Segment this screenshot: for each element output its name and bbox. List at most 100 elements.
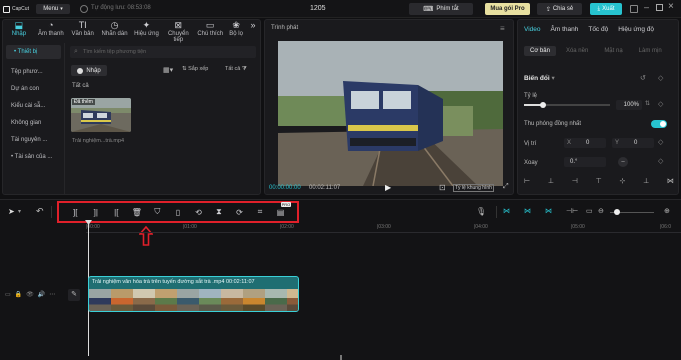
tab-sticker[interactable]: ◷ Nhãn dán [99,20,131,42]
expand-icon[interactable]: ⤢ [503,183,509,191]
mirror-icon[interactable]: ⧗ [213,206,225,218]
align-more-icon[interactable]: ⋈ [667,177,674,187]
reverse-icon[interactable]: ⟲ [192,206,204,218]
split-left-icon[interactable]: ]| [90,206,102,218]
aspect-ratio-button[interactable]: Tỷ lệ khung hình [453,184,494,192]
align-left-icon[interactable]: ⊢ [524,177,530,187]
tab-audio[interactable]: ◔ Âm thanh [35,20,67,42]
zoom-in-icon[interactable]: ⊕ [664,207,670,215]
rotate-icon[interactable]: ⟳ [234,206,246,218]
rotate-input[interactable]: 0.° [564,157,606,167]
scroll-indicator[interactable] [340,355,342,360]
sidebar-item-subproject[interactable]: Dự án con [3,82,64,96]
scale-keyframe-icon[interactable]: ◇ [658,100,663,108]
cover-icon[interactable]: ▭ [5,291,11,298]
more-options-icon[interactable]: ⋯ [49,291,55,298]
import-button[interactable]: Nhập [71,65,107,76]
caption-track-icon[interactable]: ▭ [586,207,593,215]
split-right-icon[interactable]: |[ [110,206,122,218]
timeline-ruler[interactable]: |00:00 |01:00 |02:00 |03:00 |04:00 |05:0… [86,223,681,233]
cursor-dropdown-icon[interactable]: ▾ [18,208,21,215]
edit-cover-icon[interactable]: ✎ [68,289,80,301]
subtab-basic[interactable]: Cơ bản [524,46,556,56]
undo-icon[interactable]: ↶ [36,206,44,217]
align-right-icon[interactable]: ⊣ [572,177,578,187]
fullscreen-focus-icon[interactable]: ⊡ [439,183,446,192]
buy-pro-button[interactable]: Mua gói Pro [485,3,530,15]
sidebar-item-media-files[interactable]: Tệp phươ... [3,65,64,79]
play-button[interactable]: ▶ [385,183,391,192]
media-clip-thumbnail[interactable]: Đã thêm [71,98,131,132]
tab-caption[interactable]: ▭ Chú thích [194,20,226,42]
export-button[interactable]: ⤓ Xuất [590,3,622,15]
rotate-dial-icon[interactable]: – [618,157,628,167]
subtab-mask[interactable]: Mặt nạ [598,46,628,56]
more-tabs-button[interactable]: » [246,20,260,42]
preview-axis-icon[interactable]: ⋈ [545,207,552,215]
freeze-icon[interactable]: ▯ [172,206,184,218]
tab-video[interactable]: Video [524,26,541,33]
scale-stepper-icon[interactable]: ⇅ [645,100,650,107]
zoom-out-icon[interactable]: ⊖ [598,207,604,215]
align-top-icon[interactable]: ⊤ [596,177,602,187]
keyframe-icon[interactable]: ◇ [658,74,663,82]
layout-icon[interactable] [630,5,638,13]
crop-icon[interactable]: ⌗ [254,206,266,218]
subtab-remove-bg[interactable]: Xóa nền [560,46,594,56]
player-menu-icon[interactable]: ≡ [500,24,505,33]
tab-audio-settings[interactable]: Âm thanh [551,26,579,33]
subtab-smooth[interactable]: Làm mịn [633,46,668,56]
audio-mute-icon[interactable]: 🔊 [38,291,45,298]
filter-dropdown[interactable]: Tất cả ⧩ [225,66,247,73]
shortcuts-button[interactable]: ⌨ Phím tắt [409,3,473,15]
link-clips-icon[interactable]: ⋈ [524,207,531,215]
search-input[interactable]: ⌕ Tìm kiếm tệp phương tiện [70,46,256,58]
tab-speed[interactable]: Tốc độ [588,26,608,33]
visibility-eye-icon[interactable]: 👁 [26,291,34,298]
video-clip[interactable]: Trải nghiệm văn hóa trà trên tuyến đường… [88,276,299,312]
project-title[interactable]: 1205 [310,5,326,12]
delete-icon[interactable]: 🗑 [131,206,143,218]
share-button[interactable]: ⇪ Chia sẻ [537,3,582,15]
align-middle-icon[interactable]: ⊹ [619,177,625,187]
player-viewport[interactable] [278,41,503,186]
scale-value-input[interactable]: 100% [616,100,642,110]
zoom-slider-knob[interactable] [614,209,620,215]
position-y-input[interactable]: Y 0 [612,138,654,148]
align-center-h-icon[interactable]: ⊥ [548,177,554,187]
maximize-icon[interactable] [656,4,663,11]
tab-effects[interactable]: ✦ Hiệu ứng [131,20,163,42]
magnet-snap-icon[interactable]: ⋈ [503,207,510,215]
minimize-icon[interactable]: – [644,2,649,12]
scale-slider-knob[interactable] [539,102,546,108]
position-x-input[interactable]: X 0 [564,138,606,148]
close-icon[interactable]: × [668,1,674,12]
sidebar-item-my-assets[interactable]: • Tài sản của ... [3,150,64,164]
ruler-tick: |05:00 [571,224,585,230]
lock-icon[interactable]: 🔒 [15,291,22,298]
sidebar-item-device[interactable]: • Thiết bị [6,45,61,59]
split-view-icon[interactable]: ⊣⊢ [566,207,578,215]
sidebar-item-space[interactable]: Không gian [3,116,64,130]
tab-filter[interactable]: ❀ Bộ lọ [226,20,246,42]
tab-transition[interactable]: ⊠ Chuyển tiếp [162,20,194,43]
sidebar-item-presets[interactable]: Kiểu cài sẵ... [3,99,64,113]
sort-button[interactable]: ⇅ Sắp xếp [182,66,208,72]
tab-effects-settings[interactable]: Hiệu ứng độ [618,26,654,33]
uniform-scale-toggle[interactable] [651,120,667,128]
scale-slider-track[interactable] [524,102,610,108]
mask-shield-icon[interactable]: ⛉ [151,206,163,218]
split-icon[interactable]: ][ [69,206,81,218]
menu-button[interactable]: Menu ▾ [36,4,70,14]
grid-view-icon[interactable]: ▦▾ [163,66,173,74]
reset-icon[interactable]: ↺ [640,74,646,82]
microphone-icon[interactable]: 🎙 [476,207,486,216]
tab-import[interactable]: ⬓ Nhập [3,20,35,42]
position-keyframe-icon[interactable]: ◇ [658,138,663,146]
ai-retouch-pro-icon[interactable]: ▤ PRO [275,202,292,218]
tab-text[interactable]: TI Văn bản [67,20,99,42]
sidebar-item-resources[interactable]: Tài nguyên ... [3,133,64,147]
rotate-keyframe-icon[interactable]: ◇ [658,157,663,165]
select-cursor-icon[interactable]: ➤ [8,207,15,216]
align-bottom-icon[interactable]: ⊥ [643,177,649,187]
